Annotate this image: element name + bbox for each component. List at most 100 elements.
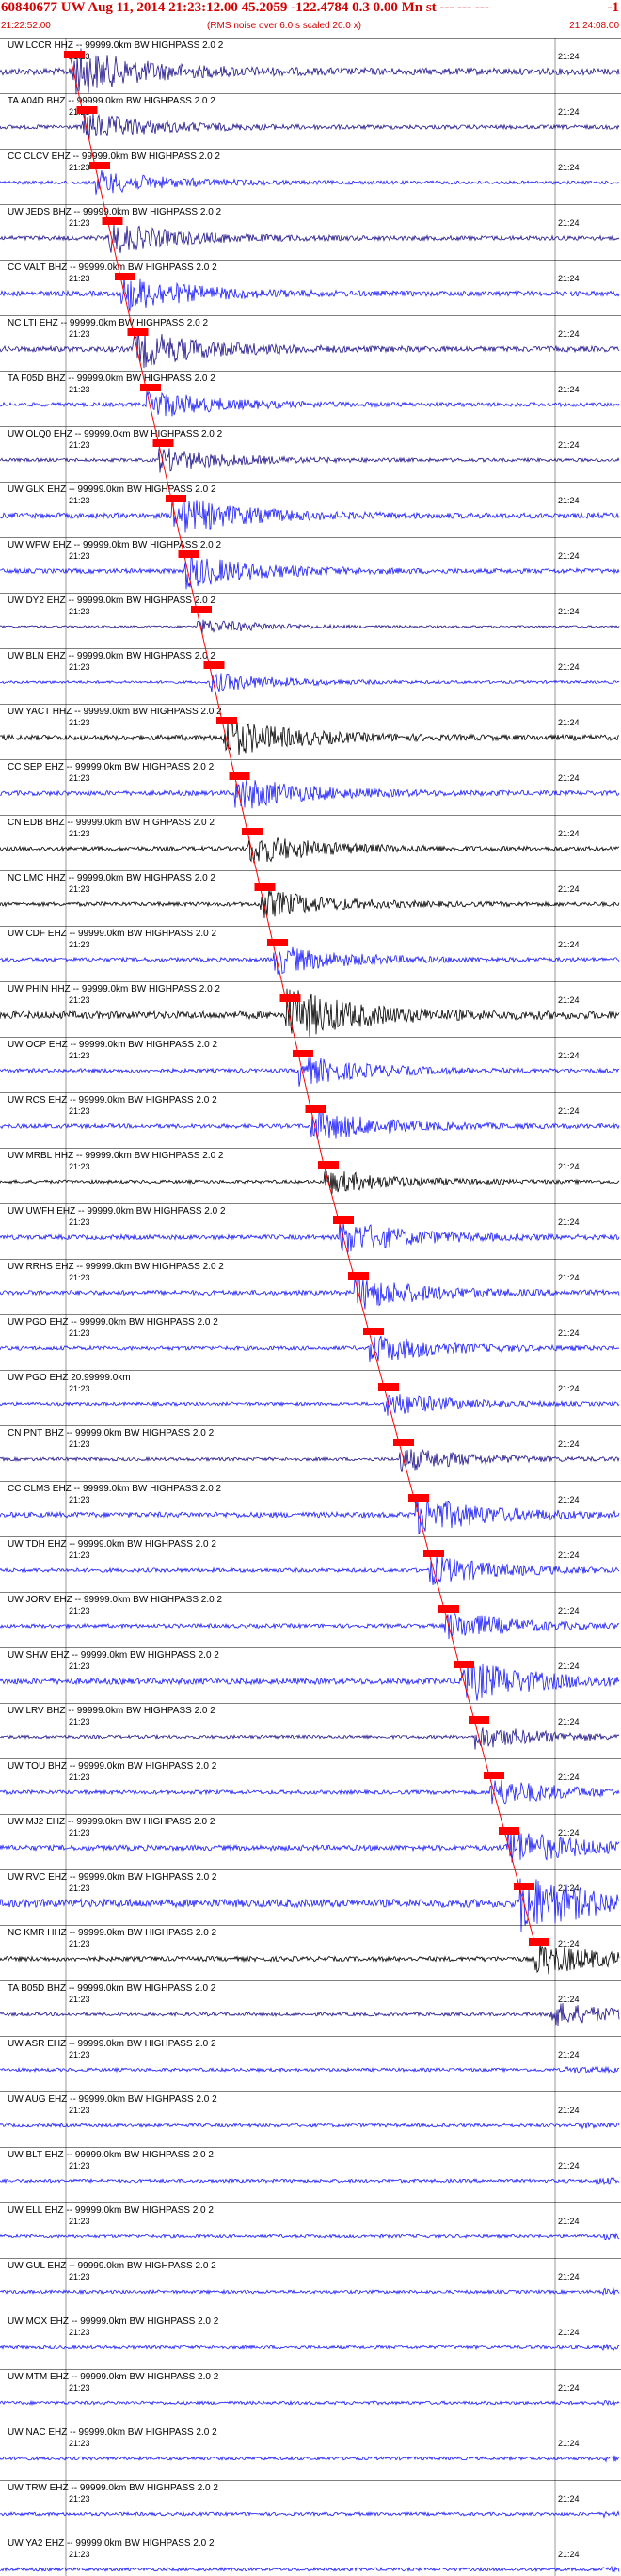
trace-label: CC VALT BHZ -- 99999.0km BW HIGHPASS 2.0… <box>8 262 217 273</box>
minute-tick-label: 21:24 <box>558 2494 580 2504</box>
phase-pick-marker <box>229 772 250 780</box>
trace-row: CC VALT BHZ -- 99999.0km BW HIGHPASS 2.0… <box>0 260 621 312</box>
minute-tick-label: 21:23 <box>69 773 90 783</box>
minute-tick-label: 21:24 <box>558 773 580 783</box>
trace-label: UW BLN EHZ -- 99999.0km BW HIGHPASS 2.0 … <box>8 651 215 661</box>
trace-row: UW TDH EHZ -- 99999.0km BW HIGHPASS 2.0 … <box>0 1536 621 1585</box>
trace-waveform <box>0 673 620 693</box>
minute-tick-label: 21:24 <box>558 1384 580 1393</box>
trace-label: NC LMC HHZ -- 99999.0km BW HIGHPASS 2.0 … <box>8 873 215 883</box>
trace-label: UW GLK EHZ -- 99999.0km BW HIGHPASS 2.0 … <box>8 485 216 495</box>
phase-pick-marker <box>438 1605 459 1613</box>
minute-tick-label: 21:23 <box>69 1162 90 1171</box>
trace-label: UW MTM EHZ -- 99999.0km BW HIGHPASS 2.0 … <box>8 2372 219 2382</box>
minute-tick-label: 21:24 <box>558 163 580 172</box>
trace-label: UW JEDS BHZ -- 99999.0km BW HIGHPASS 2.0… <box>8 207 222 217</box>
minute-tick-label: 21:24 <box>558 1717 580 1726</box>
trace-waveform <box>0 2565 620 2573</box>
minute-tick-label: 21:23 <box>69 1217 90 1227</box>
trace-waveform <box>0 498 620 533</box>
trace-row: CC SEP EHZ -- 99999.0km BW HIGHPASS 2.0 … <box>0 759 621 809</box>
minute-tick-label: 21:23 <box>69 2217 90 2226</box>
phase-pick-marker <box>76 106 98 114</box>
minute-tick-label: 21:24 <box>558 1939 580 1948</box>
trace-waveform <box>0 779 620 809</box>
trace-waveform <box>0 1660 620 1701</box>
minute-tick-label: 21:24 <box>558 2161 580 2171</box>
trace-label: UW AUG EHZ -- 99999.0km BW HIGHPASS 2.0 … <box>8 2094 217 2105</box>
trace-waveform <box>0 224 620 253</box>
minute-tick-label: 21:23 <box>69 1884 90 1893</box>
minute-tick-label: 21:24 <box>558 884 580 894</box>
trace-row: UW ELL EHZ -- 99999.0km BW HIGHPASS 2.0 … <box>0 2202 621 2241</box>
trace-row: UW YACT HHZ -- 99999.0km BW HIGHPASS 2.0… <box>0 704 621 755</box>
trace-waveform <box>0 837 620 864</box>
trace-row: NC LMC HHZ -- 99999.0km BW HIGHPASS 2.0 … <box>0 870 621 919</box>
trace-label: UW MJ2 EHZ -- 99999.0km BW HIGHPASS 2.0 … <box>8 1817 215 1827</box>
trace-label: UW RVC EHZ -- 99999.0km BW HIGHPASS 2.0 … <box>8 1872 217 1883</box>
trace-label: UW TDH EHZ -- 99999.0km BW HIGHPASS 2.0 … <box>8 1539 216 1550</box>
minute-tick-label: 21:24 <box>558 107 580 117</box>
minute-tick-label: 21:24 <box>558 496 580 505</box>
trace-label: UW BLT EHZ -- 99999.0km BW HIGHPASS 2.0 … <box>8 2150 214 2160</box>
trace-label: CC CLMS EHZ -- 99999.0km BW HIGHPASS 2.0… <box>8 1484 222 1494</box>
minute-tick-label: 21:23 <box>69 1495 90 1504</box>
trace-waveform <box>0 2065 620 2075</box>
trace-label: CC CLCV EHZ -- 99999.0km BW HIGHPASS 2.0… <box>8 151 220 162</box>
trace-row: CN EDB BHZ -- 99999.0km BW HIGHPASS 2.0 … <box>0 815 621 864</box>
minute-tick-label: 21:23 <box>69 551 90 561</box>
trace-label: UW YA2 EHZ -- 99999.0km BW HIGHPASS 2.0 … <box>8 2538 215 2549</box>
trace-waveform <box>0 722 619 755</box>
trace-waveform <box>0 2399 620 2407</box>
phase-pick-marker <box>152 439 174 447</box>
minute-tick-label: 21:23 <box>69 1106 90 1116</box>
minute-tick-label: 21:23 <box>69 940 90 949</box>
trace-waveform <box>0 1496 620 1534</box>
phase-pick-marker <box>408 1494 429 1502</box>
trace-waveform <box>0 1941 620 1975</box>
trace-label: UW PHIN HHZ -- 99999.0km BW HIGHPASS 2.0… <box>8 984 220 994</box>
trace-label: UW DY2 EHZ -- 99999.0km BW HIGHPASS 2.0 … <box>8 596 215 606</box>
trace-waveform <box>0 448 620 473</box>
trace-row: UW OCP EHZ -- 99999.0km BW HIGHPASS 2.0 … <box>0 1037 621 1087</box>
trace-label: UW YACT HHZ -- 99999.0km BW HIGHPASS 2.0… <box>8 707 222 717</box>
minute-tick-label: 21:24 <box>558 1106 580 1116</box>
minute-tick-label: 21:23 <box>69 440 90 450</box>
trace-row: UW BLN EHZ -- 99999.0km BW HIGHPASS 2.0 … <box>0 648 621 693</box>
phase-pick-marker <box>89 162 110 169</box>
phase-pick-marker <box>363 1328 384 1335</box>
minute-tick-label: 21:23 <box>69 1439 90 1449</box>
minute-tick-label: 21:23 <box>69 1662 90 1671</box>
phase-pick-marker <box>203 661 225 669</box>
trace-row: TA A04D BHZ -- 99999.0km BW HIGHPASS 2.0… <box>0 93 621 139</box>
minute-tick-label: 21:23 <box>69 1939 90 1948</box>
trace-waveform <box>0 277 620 312</box>
minute-tick-label: 21:23 <box>69 163 90 172</box>
minute-tick-label: 21:24 <box>558 940 580 949</box>
trace-waveform <box>0 2121 620 2130</box>
minute-tick-label: 21:24 <box>558 329 580 339</box>
trace-waveform <box>0 113 620 139</box>
trace-waveform <box>0 390 620 417</box>
trace-label: UW TRW EHZ -- 99999.0km BW HIGHPASS 2.0 … <box>8 2483 218 2493</box>
phase-pick-marker <box>378 1383 399 1391</box>
trace-waveform <box>0 329 620 369</box>
minute-tick-label: 21:23 <box>69 385 90 394</box>
trace-row: UW OLQ0 EHZ -- 99999.0km BW HIGHPASS 2.0… <box>0 426 621 473</box>
trace-row: UW MTM EHZ -- 99999.0km BW HIGHPASS 2.0 … <box>0 2369 621 2407</box>
trace-waveform <box>0 1829 620 1863</box>
trace-label: UW TOU BHZ -- 99999.0km BW HIGHPASS 2.0 … <box>8 1761 217 1772</box>
minute-tick-label: 21:23 <box>69 2439 90 2448</box>
minute-tick-label: 21:24 <box>558 718 580 727</box>
trace-waveform <box>0 2232 620 2241</box>
minute-tick-label: 21:23 <box>69 662 90 672</box>
minute-tick-label: 21:24 <box>558 1550 580 1560</box>
minute-tick-label: 21:24 <box>558 829 580 838</box>
minute-tick-label: 21:23 <box>69 1773 90 1782</box>
trace-waveform <box>0 619 620 634</box>
trace-row: UW TOU BHZ -- 99999.0km BW HIGHPASS 2.0 … <box>0 1758 621 1805</box>
phase-pick-marker <box>166 495 186 502</box>
phase-pick-marker <box>293 1050 313 1057</box>
minute-tick-label: 21:23 <box>69 274 90 283</box>
minute-tick-label: 21:24 <box>558 2328 580 2337</box>
